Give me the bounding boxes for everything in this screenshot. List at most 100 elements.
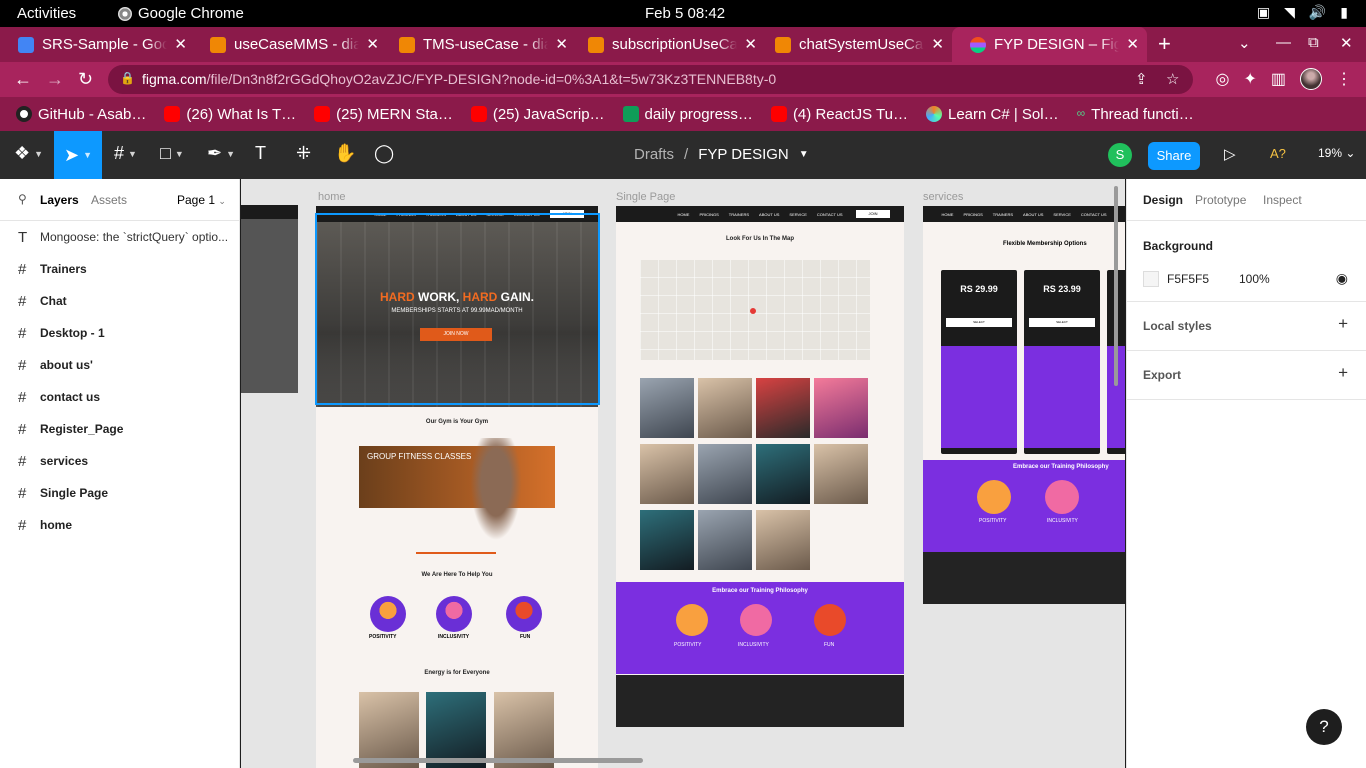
- share-button[interactable]: Share: [1148, 142, 1200, 170]
- move-tool[interactable]: ➤ ▼: [54, 131, 102, 179]
- tab-prototype[interactable]: Prototype: [1195, 193, 1246, 207]
- canvas-vertical-scrollbar[interactable]: [1114, 186, 1118, 386]
- hand-tool[interactable]: ✋: [334, 143, 356, 164]
- plus-icon[interactable]: +: [1338, 314, 1348, 334]
- present-play-icon[interactable]: ▷: [1224, 145, 1236, 163]
- window-close-icon[interactable]: ✕: [1340, 34, 1353, 52]
- bookmark-thread[interactable]: ∞ Thread functi…: [1077, 106, 1194, 123]
- bookmark-youtube[interactable]: (4) ReactJS Tu…: [770, 106, 908, 123]
- background-swatch[interactable]: [1143, 271, 1159, 287]
- tab-layers[interactable]: Layers: [40, 193, 79, 207]
- maximize-icon[interactable]: ⧉: [1308, 34, 1319, 51]
- close-icon[interactable]: ✕: [174, 35, 187, 53]
- activities-button[interactable]: Activities: [17, 5, 76, 22]
- shape-tool[interactable]: □ ▼: [160, 143, 184, 164]
- search-icon[interactable]: ⚲: [18, 192, 27, 206]
- tab-fyp-design[interactable]: FYP DESIGN – Figm ✕: [952, 27, 1147, 62]
- eye-icon[interactable]: ◉: [1336, 270, 1348, 287]
- chevron-down-icon: ▼: [226, 148, 236, 159]
- frame-single-page[interactable]: HOME PRICINGS TRAINERS ABOUT US SERVICE CONTA…: [616, 206, 904, 727]
- frame-partial-left[interactable]: [241, 205, 298, 393]
- help-button[interactable]: ?: [1306, 709, 1342, 745]
- text-layer-icon: T: [18, 228, 28, 246]
- extension-icon[interactable]: ◎: [1216, 69, 1230, 89]
- accessibility-check[interactable]: A?: [1270, 146, 1286, 161]
- tab-tms-usecase[interactable]: TMS-useCase - diag ✕: [381, 27, 576, 62]
- selection-box[interactable]: [315, 213, 600, 405]
- forward-icon[interactable]: →: [46, 69, 64, 90]
- bookmark-label: Learn C# | Sol…: [947, 105, 1059, 123]
- tab-search-icon[interactable]: ⌄: [1238, 34, 1251, 52]
- frame-services[interactable]: HOME PRICINGS TRAINERS ABOUT US SERVICE CONTA…: [923, 206, 1125, 604]
- layer-frame-register[interactable]: # Register_Page: [0, 413, 239, 445]
- back-icon[interactable]: ←: [14, 69, 32, 90]
- background-hex-input[interactable]: F5F5F5: [1167, 272, 1209, 286]
- tab-subscription-usecase[interactable]: subscriptionUseCa ✕: [570, 27, 765, 62]
- chevron-down-icon: ▼: [128, 148, 137, 159]
- minimize-icon[interactable]: —: [1276, 34, 1291, 51]
- file-name[interactable]: FYP DESIGN: [698, 146, 789, 163]
- menu-kebab-icon[interactable]: ⋮: [1336, 69, 1352, 89]
- close-icon[interactable]: ✕: [744, 35, 757, 53]
- canvas-horizontal-scrollbar[interactable]: [353, 758, 643, 763]
- pillar-label: POSITIVITY: [979, 518, 1007, 524]
- layer-text[interactable]: T Mongoose: the `strictQuery` optio...: [0, 221, 239, 253]
- close-icon[interactable]: ✕: [1126, 35, 1139, 53]
- close-icon[interactable]: ✕: [555, 35, 568, 53]
- bookmark-star-icon[interactable]: ☆: [1166, 70, 1179, 88]
- close-icon[interactable]: ✕: [931, 35, 944, 53]
- user-avatar[interactable]: S: [1108, 143, 1132, 167]
- chevron-down-icon[interactable]: ▼: [799, 146, 809, 163]
- drawio-icon: [588, 36, 604, 53]
- local-styles-section: Local styles +: [1127, 302, 1366, 351]
- frame-label-single-page[interactable]: Single Page: [616, 191, 675, 203]
- tab-assets[interactable]: Assets: [91, 193, 127, 207]
- close-icon[interactable]: ✕: [366, 35, 379, 53]
- bookmark-youtube[interactable]: (25) JavaScrip…: [470, 106, 605, 123]
- clock[interactable]: Feb 5 08:42: [645, 5, 725, 22]
- background-opacity-input[interactable]: 100%: [1239, 272, 1270, 286]
- figma-menu-button[interactable]: ❖ ▼: [14, 143, 43, 164]
- layer-frame-trainers[interactable]: # Trainers: [0, 253, 239, 285]
- tab-chat-system-usecase[interactable]: chatSystemUseCa ✕: [757, 27, 952, 62]
- layer-frame-services[interactable]: # services: [0, 445, 239, 477]
- pen-tool[interactable]: ✒ ▼: [207, 143, 235, 164]
- bookmark-sololearn[interactable]: Learn C# | Sol…: [925, 105, 1059, 123]
- frame-icon: #: [18, 452, 27, 470]
- layer-frame-chat[interactable]: # Chat: [0, 285, 239, 317]
- frame-label-services[interactable]: services: [923, 191, 963, 203]
- layer-frame-contact[interactable]: # contact us: [0, 381, 239, 413]
- zoom-menu[interactable]: 19% ⌄: [1318, 146, 1355, 160]
- app-menu[interactable]: Google Chrome: [118, 5, 244, 22]
- new-tab-button[interactable]: +: [1158, 31, 1171, 57]
- layer-frame-single-page[interactable]: # Single Page: [0, 477, 239, 509]
- breadcrumb-drafts[interactable]: Drafts: [634, 146, 674, 163]
- comment-tool[interactable]: ◯: [374, 143, 394, 164]
- plus-icon[interactable]: +: [1338, 363, 1348, 383]
- reload-icon[interactable]: ↻: [78, 69, 93, 90]
- url-field[interactable]: 🔒 figma.com/file/Dn3n8f2rGGdQhoyO2avZJC/…: [108, 65, 1193, 94]
- tab-srs-sample[interactable]: SRS-Sample - Goog ✕: [0, 27, 195, 62]
- share-page-icon[interactable]: ⇪: [1135, 70, 1148, 88]
- figma-canvas[interactable]: home HOME PRICINGS TRAINERS ABOUT US SERVICE…: [241, 179, 1125, 768]
- tab-inspect[interactable]: Inspect: [1263, 193, 1302, 207]
- fun-icon: [814, 604, 846, 636]
- frame-label-home[interactable]: home: [318, 191, 346, 203]
- side-panel-icon[interactable]: ▥: [1271, 69, 1286, 89]
- layer-frame-about[interactable]: # about us': [0, 349, 239, 381]
- tab-usecase-mms[interactable]: useCaseMMS - diag ✕: [192, 27, 387, 62]
- layer-frame-desktop[interactable]: # Desktop - 1: [0, 317, 239, 349]
- frame-tool[interactable]: # ▼: [114, 143, 137, 164]
- bookmark-youtube[interactable]: (25) MERN Sta…: [314, 106, 453, 123]
- bookmark-youtube[interactable]: (26) What Is T…: [164, 106, 296, 123]
- resources-tool[interactable]: ⁜: [296, 143, 311, 164]
- text-tool[interactable]: T: [255, 143, 266, 164]
- bookmark-sheets[interactable]: daily progress…: [622, 106, 753, 123]
- tab-design[interactable]: Design: [1143, 193, 1183, 207]
- system-tray[interactable]: ▣ ◥ 🔊 ▮: [1257, 4, 1348, 21]
- page-selector[interactable]: Page 1 ⌄: [177, 193, 226, 207]
- bookmark-github[interactable]: GitHub - Asab…: [16, 106, 146, 123]
- puzzle-icon[interactable]: ✦: [1243, 69, 1256, 89]
- profile-avatar[interactable]: [1300, 68, 1322, 90]
- layer-frame-home[interactable]: # home: [0, 509, 239, 541]
